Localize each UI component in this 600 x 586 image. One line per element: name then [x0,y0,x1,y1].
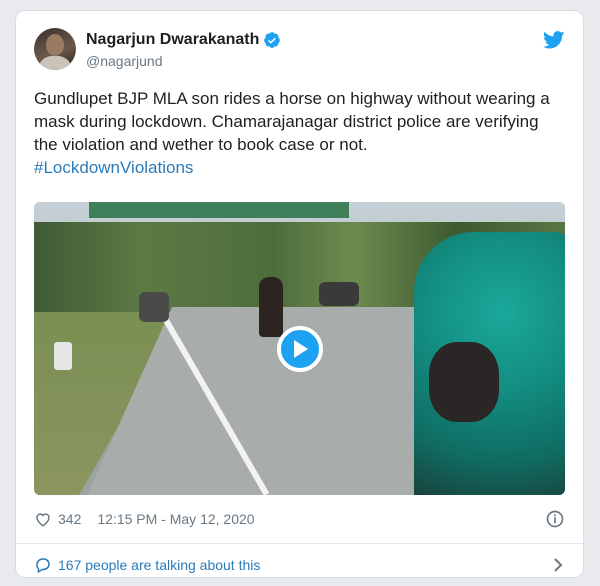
twitter-bird-icon[interactable] [543,31,565,49]
info-icon[interactable] [545,509,565,529]
video-thumbnail[interactable] [34,202,565,495]
avatar[interactable] [34,28,76,70]
play-button[interactable] [277,326,323,372]
play-icon [294,340,308,358]
verified-badge-icon [264,32,281,48]
conversation-link[interactable]: 167 people are talking about this [34,554,565,576]
author-name[interactable]: Nagarjun Dwarakanath [86,31,259,49]
speech-bubble-icon [36,558,50,574]
tweet-text: Gundlupet BJP MLA son rides a horse on h… [34,87,564,179]
tweet-timestamp[interactable]: 12:15 PM - May 12, 2020 [97,511,254,527]
tweet-header: Nagarjun Dwarakanath @nagarjund [34,27,565,77]
divider [16,543,583,544]
like-count[interactable]: 342 [58,511,81,527]
chevron-right-icon[interactable] [551,556,565,574]
author-handle[interactable]: @nagarjund [86,53,163,69]
horse-rider [259,277,283,337]
heart-icon[interactable] [34,510,52,528]
tweet-body: Gundlupet BJP MLA son rides a horse on h… [34,89,550,154]
conversation-text[interactable]: 167 people are talking about this [58,557,260,573]
tweet-meta: 342 12:15 PM - May 12, 2020 [34,508,565,530]
tweet-card: Nagarjun Dwarakanath @nagarjund Gundlupe… [15,10,584,578]
author-name-row[interactable]: Nagarjun Dwarakanath [86,31,281,49]
hashtag-link[interactable]: #LockdownViolations [34,158,193,177]
